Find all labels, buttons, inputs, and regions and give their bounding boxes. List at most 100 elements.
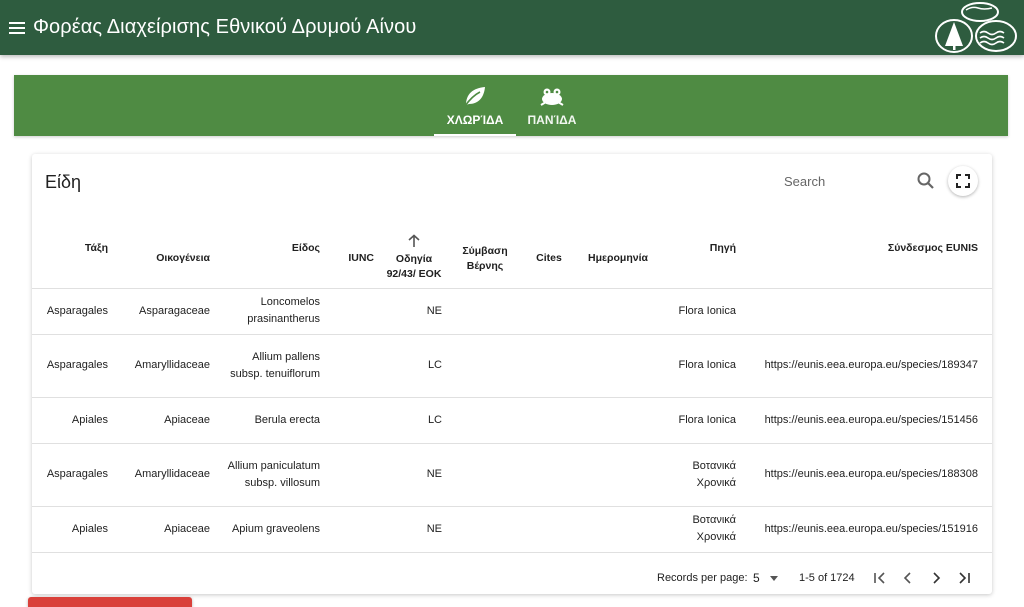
cell-species: Allium pallens subsp. tenuiflorum [216, 334, 326, 398]
cell-directive: LC [380, 334, 448, 398]
fullscreen-button[interactable] [948, 166, 978, 196]
cell-eunis[interactable]: https://eunis.eea.europa.eu/species/1893… [742, 334, 992, 398]
cell-species: Loncomelos prasinantherus [216, 288, 326, 335]
park-logo [935, 2, 1017, 53]
cell-iunc [326, 397, 380, 444]
cell-family: Apiaceae [114, 506, 216, 553]
cell-cites [522, 397, 576, 444]
table-row[interactable]: Asparagales Amaryllidaceae Allium pallen… [32, 334, 992, 398]
cell-iunc [326, 334, 380, 398]
col-date[interactable]: Ημερομηνία [576, 210, 660, 289]
col-family[interactable]: Οικογένεια [114, 210, 216, 289]
cell-date [576, 443, 660, 507]
col-directive[interactable]: Οδηγία 92/43/ ΕΟΚ [380, 210, 448, 289]
next-page-button[interactable] [926, 568, 946, 588]
table-header-row: Τάξη Οικογένεια Είδος IUNC Οδηγία 92/43/… [32, 210, 992, 289]
tab-flora[interactable]: ΧΛΩΡΊΔΑ [434, 75, 516, 136]
col-source[interactable]: Πηγή [660, 210, 742, 289]
col-cites[interactable]: Cites [522, 210, 576, 289]
cell-family: Amaryllidaceae [114, 443, 216, 507]
table-row[interactable]: Apiales Apiaceae Apium graveolens NE Βοτ… [32, 506, 992, 553]
tab-flora-label: ΧΛΩΡΊΔΑ [446, 112, 504, 127]
cell-cites [522, 334, 576, 398]
col-eunis[interactable]: Σύνδεσμος EUNIS [742, 210, 992, 289]
card-title: Είδη [45, 172, 82, 192]
cell-iunc [326, 443, 380, 507]
col-bern[interactable]: Σύμβαση Βέρνης [448, 210, 522, 289]
cell-species: Apium graveolens [216, 506, 326, 553]
tab-fauna[interactable]: ΠΑΝΊΔΑ [519, 75, 585, 136]
cell-order: Apiales [32, 397, 114, 444]
cell-date [576, 288, 660, 335]
cell-order: Asparagales [32, 288, 114, 335]
col-order[interactable]: Τάξη [32, 210, 114, 289]
cell-eunis[interactable]: https://eunis.eea.europa.eu/species/1514… [742, 397, 992, 444]
menu-icon[interactable] [9, 18, 29, 38]
tab-band: ΧΛΩΡΊΔΑ ΠΑΝΊΔΑ [14, 75, 1008, 136]
cell-eunis[interactable]: https://eunis.eea.europa.eu/species/1519… [742, 506, 992, 553]
records-per-page-label: Records per page: [657, 572, 748, 584]
last-page-button[interactable] [954, 568, 974, 588]
cell-bern [448, 397, 522, 444]
species-table: Τάξη Οικογένεια Είδος IUNC Οδηγία 92/43/… [32, 210, 992, 553]
app-bar: Φορέας Διαχείρισης Εθνικού Δρυμού Αίνου [0, 0, 1024, 55]
cell-source: Βοτανικά Χρονικά [660, 506, 742, 553]
cell-eunis[interactable] [742, 288, 992, 335]
sort-ascending-icon [408, 233, 420, 247]
cell-family: Asparagaceae [114, 288, 216, 335]
cell-directive: LC [380, 397, 448, 444]
search-input[interactable] [784, 168, 914, 194]
first-page-icon [874, 572, 885, 584]
leaf-icon [462, 85, 488, 107]
frog-icon [539, 85, 565, 107]
last-page-icon [959, 572, 970, 584]
cell-directive: NE [380, 506, 448, 553]
cell-order: Asparagales [32, 334, 114, 398]
chevron-left-icon [903, 572, 911, 584]
search-icon[interactable] [916, 171, 936, 191]
cell-bern [448, 288, 522, 335]
cell-iunc [326, 288, 380, 335]
red-action-button[interactable] [28, 597, 192, 607]
cell-cites [522, 506, 576, 553]
cell-eunis[interactable]: https://eunis.eea.europa.eu/species/1883… [742, 443, 992, 507]
fullscreen-icon [956, 174, 970, 188]
cell-date [576, 397, 660, 444]
cell-order: Apiales [32, 506, 114, 553]
cell-family: Apiaceae [114, 397, 216, 444]
col-species[interactable]: Είδος [216, 210, 326, 289]
page-range: 1-5 of 1724 [799, 572, 855, 584]
pagination-bar: Records per page: 5 1-5 of 1724 [32, 560, 992, 594]
search-box [784, 168, 944, 194]
cell-bern [448, 334, 522, 398]
table-row[interactable]: Asparagales Amaryllidaceae Allium panicu… [32, 443, 992, 507]
cell-source: Flora Ionica [660, 397, 742, 444]
table-row[interactable]: Asparagales Asparagaceae Loncomelos pras… [32, 288, 992, 335]
cell-source: Βοτανικά Χρονικά [660, 443, 742, 507]
cell-species: Berula erecta [216, 397, 326, 444]
first-page-button[interactable] [870, 568, 890, 588]
active-tab-indicator [434, 134, 516, 136]
cell-bern [448, 506, 522, 553]
cell-species: Allium paniculatum subsp. villosum [216, 443, 326, 507]
table-row[interactable]: Apiales Apiaceae Berula erecta LC Flora … [32, 397, 992, 444]
previous-page-button[interactable] [898, 568, 918, 588]
cell-source: Flora Ionica [660, 288, 742, 335]
cell-source: Flora Ionica [660, 334, 742, 398]
col-iunc[interactable]: IUNC [326, 210, 380, 289]
cell-family: Amaryllidaceae [114, 334, 216, 398]
cell-cites [522, 443, 576, 507]
caret-down-icon [769, 575, 778, 581]
species-card: Είδη Τάξη Οικογένεια Είδος IUNC Οδηγία 9… [32, 154, 992, 594]
cell-iunc [326, 506, 380, 553]
cell-cites [522, 288, 576, 335]
col-directive-label: Οδηγία 92/43/ ΕΟΚ [386, 252, 442, 280]
cell-directive: NE [380, 288, 448, 335]
cell-bern [448, 443, 522, 507]
tab-fauna-label: ΠΑΝΊΔΑ [527, 112, 577, 127]
cell-order: Asparagales [32, 443, 114, 507]
cell-date [576, 506, 660, 553]
records-per-page-value: 5 [753, 571, 760, 585]
chevron-right-icon [933, 572, 941, 584]
records-per-page-select[interactable]: 5 [753, 570, 785, 586]
